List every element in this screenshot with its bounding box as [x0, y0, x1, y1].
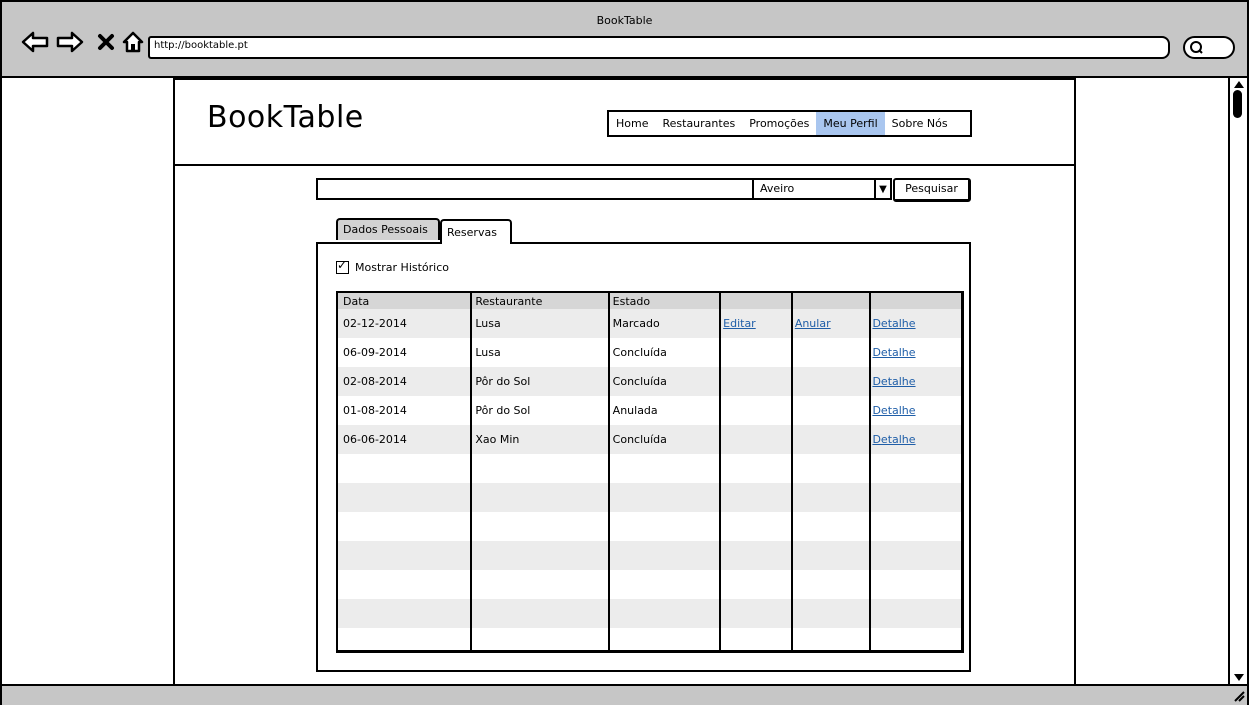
- cell-restaurant: Lusa: [475, 346, 501, 359]
- forward-arrow-icon: [56, 31, 84, 53]
- nav-meu-perfil[interactable]: Meu Perfil: [816, 112, 885, 135]
- tab-reservas[interactable]: Reservas: [440, 219, 512, 244]
- column-header: [718, 293, 790, 309]
- column-divider: [791, 293, 793, 650]
- city-select-value: Aveiro: [760, 182, 795, 195]
- tab-dados-pessoais[interactable]: Dados Pessoais: [336, 218, 440, 240]
- column-divider: [719, 293, 721, 650]
- cell-status: Concluída: [612, 375, 667, 388]
- stop-button[interactable]: [94, 25, 118, 59]
- history-checkbox-label: Mostrar Histórico: [355, 261, 450, 274]
- column-divider: [470, 293, 472, 650]
- cell-date: 01-08-2014: [343, 404, 407, 417]
- column-divider: [608, 293, 610, 650]
- vertical-scrollbar[interactable]: [1228, 78, 1247, 684]
- cell-date: 06-06-2014: [343, 433, 407, 446]
- close-icon: [98, 34, 114, 50]
- history-checkbox[interactable]: Mostrar Histórico: [336, 258, 450, 274]
- scroll-down-icon[interactable]: [1232, 672, 1246, 682]
- table-row: 06-09-2014 Lusa Concluída Detalhe: [338, 338, 961, 367]
- table-row-empty: [338, 512, 961, 541]
- column-header: Restaurante: [475, 294, 543, 308]
- cell-status: Concluída: [612, 346, 667, 359]
- checkbox-checked-icon: [336, 258, 349, 274]
- table-row: 06-06-2014 Xao Min Concluída Detalhe: [338, 425, 961, 454]
- details-link[interactable]: Detalhe: [872, 433, 915, 446]
- cell-restaurant: Lusa: [475, 317, 501, 330]
- search-input[interactable]: [316, 178, 752, 200]
- column-header: Data: [343, 294, 370, 308]
- home-icon: [122, 31, 144, 53]
- table-row-empty: [338, 570, 961, 599]
- scroll-up-icon[interactable]: [1232, 80, 1246, 90]
- table-header-row: Data Restaurante Estado: [338, 293, 961, 309]
- cell-date: 06-09-2014: [343, 346, 407, 359]
- column-header: [867, 293, 961, 309]
- table-row: 02-08-2014 Pôr do Sol Concluída Detalhe: [338, 367, 961, 396]
- column-header: Estado: [612, 294, 651, 308]
- table-row-empty: [338, 483, 961, 512]
- table-row-empty: [338, 541, 961, 570]
- nav-restaurantes[interactable]: Restaurantes: [655, 112, 742, 135]
- status-bar: [0, 684, 1249, 705]
- column-divider: [869, 293, 871, 650]
- window-title: BookTable: [596, 14, 653, 27]
- nav-sobre-nos[interactable]: Sobre Nós: [885, 112, 970, 135]
- nav-promocoes[interactable]: Promoções: [742, 112, 816, 135]
- header-divider: [175, 164, 1074, 166]
- nav-home[interactable]: Home: [609, 112, 655, 135]
- url-input[interactable]: http://booktable.pt: [148, 36, 1170, 59]
- back-arrow-icon: [21, 31, 49, 53]
- browser-search-button[interactable]: [1183, 36, 1235, 59]
- cancel-link[interactable]: Anular: [795, 317, 831, 330]
- table-row: 02-12-2014 Lusa Marcado Editar Anular De…: [338, 309, 961, 338]
- details-link[interactable]: Detalhe: [872, 317, 915, 330]
- city-select[interactable]: Aveiro: [752, 178, 892, 200]
- resize-grip-icon[interactable]: [1231, 688, 1245, 702]
- table-row-empty: [338, 599, 961, 628]
- table-row-empty: [338, 454, 961, 483]
- cell-restaurant: Xao Min: [475, 433, 520, 446]
- main-nav: Home Restaurantes Promoções Meu Perfil S…: [607, 110, 972, 137]
- details-link[interactable]: Detalhe: [872, 375, 915, 388]
- cell-status: Anulada: [612, 404, 658, 417]
- home-button[interactable]: [121, 25, 145, 59]
- cell-restaurant: Pôr do Sol: [475, 375, 531, 388]
- table-row-empty: [338, 628, 961, 650]
- forward-button[interactable]: [54, 25, 86, 59]
- cell-status: Marcado: [612, 317, 660, 330]
- search-icon: [1190, 41, 1203, 54]
- scrollbar-thumb[interactable]: [1233, 90, 1242, 118]
- details-link[interactable]: Detalhe: [872, 404, 915, 417]
- table-row: 01-08-2014 Pôr do Sol Anulada Detalhe: [338, 396, 961, 425]
- cell-restaurant: Pôr do Sol: [475, 404, 531, 417]
- cell-status: Concluída: [612, 433, 667, 446]
- dropdown-arrow-icon[interactable]: ▼: [874, 180, 890, 198]
- details-link[interactable]: Detalhe: [872, 346, 915, 359]
- edit-link[interactable]: Editar: [723, 317, 756, 330]
- cell-date: 02-12-2014: [343, 317, 407, 330]
- column-header: [790, 293, 868, 309]
- search-button[interactable]: Pesquisar: [893, 178, 971, 202]
- cell-date: 02-08-2014: [343, 375, 407, 388]
- site-logo[interactable]: BookTable: [207, 100, 364, 135]
- reservations-table: Data Restaurante Estado 02-12-2014 Lusa …: [336, 291, 964, 653]
- back-button[interactable]: [20, 25, 50, 59]
